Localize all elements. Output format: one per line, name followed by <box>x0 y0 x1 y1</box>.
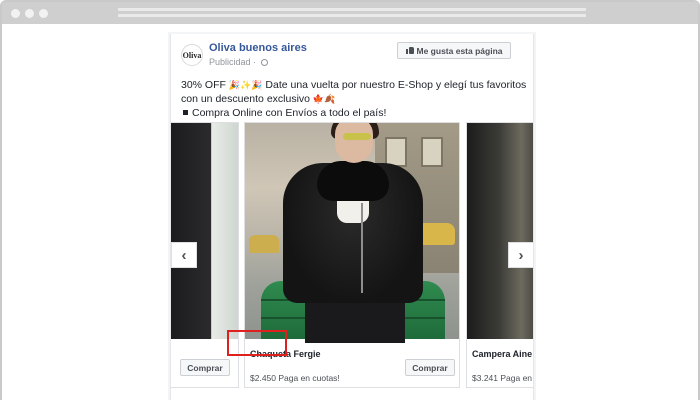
like-page-button[interactable]: Me gusta esta página <box>397 42 511 59</box>
sponsored-text: Publicidad <box>209 57 251 67</box>
page-name-link[interactable]: Oliva buenos aires <box>209 42 307 54</box>
post-body: 30% OFF 🎉✨🎉 Date una vuelta por nuestro … <box>181 78 531 120</box>
black-pants <box>305 303 405 343</box>
fur-collar <box>317 161 389 201</box>
avatar-logo-text: Oliva <box>182 50 202 60</box>
discount-text: 30% OFF <box>181 79 226 91</box>
sponsored-label: Publicidad · <box>209 57 268 67</box>
model-face <box>335 123 373 163</box>
background-taxi <box>249 235 279 253</box>
address-bar[interactable] <box>118 8 586 11</box>
page-viewport: Oliva Oliva buenos aires Publicidad · Me… <box>2 24 698 400</box>
buy-button-previous[interactable]: Comprar <box>180 359 230 376</box>
post-line-1: 30% OFF 🎉✨🎉 Date una vuelta por nuestro … <box>181 78 531 92</box>
product-image-campera-aine[interactable] <box>467 123 533 339</box>
product-carousel: Comprar Chaqueta Fergie $2.450 Paga en c… <box>171 122 533 390</box>
window-minimize-icon[interactable] <box>25 9 34 18</box>
separator-dot: · <box>253 57 259 67</box>
product-price: $3.241 Paga en <box>472 373 533 383</box>
post-line-1-text: Date una vuelta por nuestro E-Shop y ele… <box>265 79 527 91</box>
thumbs-up-icon <box>405 47 414 54</box>
bullet-icon <box>183 110 188 115</box>
window-maximize-icon[interactable] <box>39 9 48 18</box>
building-window <box>421 137 443 167</box>
post-line-2: con un descuento exclusivo 🍁🍂 <box>181 92 531 106</box>
product-price: $2.450 Paga en cuotas! <box>250 373 340 383</box>
globe-icon <box>260 59 268 66</box>
window-close-icon[interactable] <box>11 9 20 18</box>
post-line-2-text: con un descuento exclusivo <box>181 93 310 105</box>
browser-window: Oliva Oliva buenos aires Publicidad · Me… <box>0 0 700 400</box>
party-emoji: 🎉✨🎉 <box>228 80 263 90</box>
buy-button-chaqueta-fergie[interactable]: Comprar <box>405 359 455 376</box>
sunglasses <box>343 133 371 140</box>
product-image-previous[interactable] <box>171 123 238 339</box>
post-line-3: Compra Online con Envíos a todo el país! <box>181 106 531 120</box>
post-line-3-text: Compra Online con Envíos a todo el país! <box>192 107 387 119</box>
buy-button-highlight <box>227 330 287 356</box>
product-image-chaqueta-fergie[interactable] <box>245 123 459 343</box>
jacket-zipper <box>361 203 363 293</box>
leaves-emoji: 🍁🍂 <box>312 94 336 104</box>
page-avatar[interactable]: Oliva <box>181 44 203 66</box>
like-page-label: Me gusta esta página <box>416 45 503 56</box>
browser-toolbar <box>2 2 698 24</box>
sponsored-post: Oliva Oliva buenos aires Publicidad · Me… <box>170 34 534 400</box>
carousel-prev-arrow-icon[interactable]: ‹ <box>171 242 197 268</box>
address-bar-line <box>118 14 586 17</box>
product-title[interactable]: Campera Aine <box>472 349 532 359</box>
carousel-next-arrow-icon[interactable]: › <box>508 242 533 268</box>
